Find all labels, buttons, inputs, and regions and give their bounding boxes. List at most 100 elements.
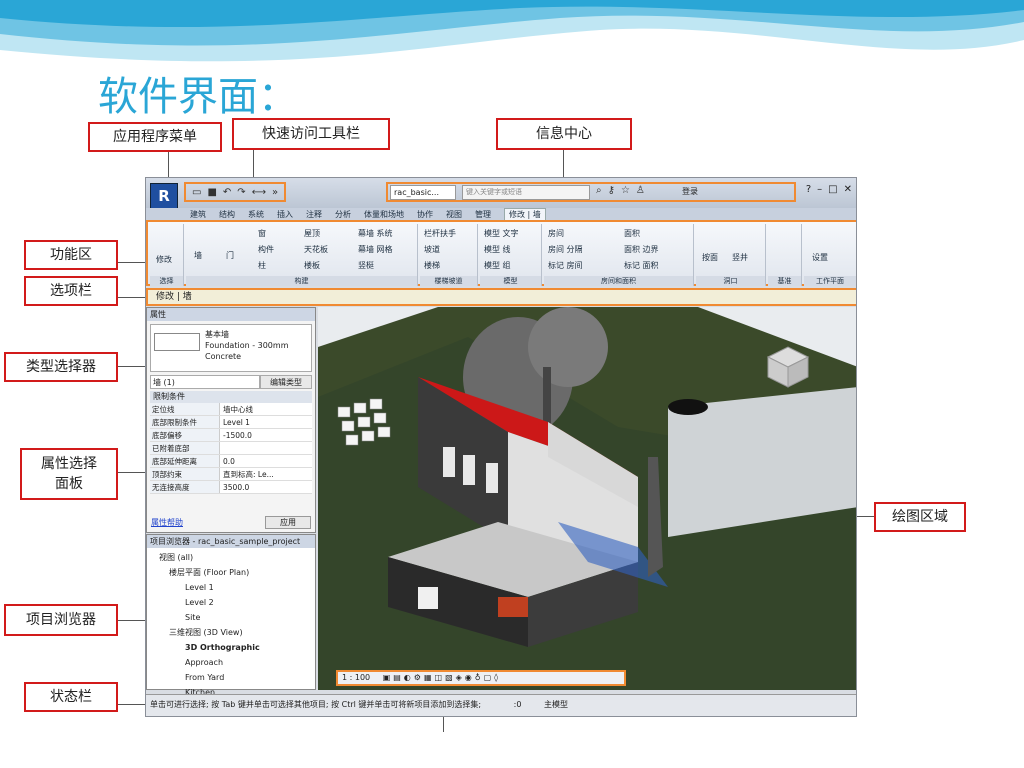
callout-info-center: 信息中心 <box>496 118 632 150</box>
property-value[interactable]: 3500.0 <box>220 481 312 493</box>
binoculars-icon[interactable]: ⌕ <box>596 185 602 196</box>
property-row[interactable]: 底部偏移 -1500.0 <box>150 429 312 442</box>
property-row[interactable]: 无连接高度 3500.0 <box>150 481 312 494</box>
tab-3[interactable]: 插入 <box>277 209 293 220</box>
browser-item[interactable]: Site <box>151 610 315 625</box>
area-boundary-button[interactable]: 面积 边界 <box>624 244 659 255</box>
type-selector[interactable]: 基本墙 Foundation - 300mm Concrete <box>150 324 312 372</box>
minimize-icon[interactable]: – <box>817 184 822 195</box>
project-browser-tree: 视图 (all) 楼层平面 (Floor Plan) Level 1 Level 2S… <box>147 548 315 700</box>
wall-button[interactable]: 墙 <box>194 250 202 261</box>
floor-button[interactable]: 楼板 <box>304 260 320 271</box>
star-icon[interactable]: ☆ <box>621 185 630 196</box>
tab-9[interactable]: 管理 <box>475 209 491 220</box>
drawing-area[interactable] <box>318 307 856 690</box>
tab-5[interactable]: 分析 <box>335 209 351 220</box>
property-value[interactable]: 直到标高: Le... <box>220 468 312 480</box>
property-row[interactable]: 底部延伸距离 0.0 <box>150 455 312 468</box>
property-key: 已附着底部 <box>150 442 220 454</box>
login-button[interactable]: 登录 <box>682 186 698 197</box>
column-button[interactable]: 柱 <box>258 260 266 271</box>
chevron-right-icon[interactable]: » <box>272 187 278 198</box>
tab-7[interactable]: 协作 <box>417 209 433 220</box>
curtain-system-button[interactable]: 幕墙 系统 <box>358 228 393 239</box>
constraints-section: 限制条件 <box>150 391 312 403</box>
undo-icon[interactable]: ↶ <box>223 187 231 198</box>
component-button[interactable]: 构件 <box>258 244 274 255</box>
property-value[interactable]: 墙中心线 <box>220 403 312 415</box>
properties-header: 属性 <box>147 308 315 321</box>
measure-icon[interactable]: ⟷ <box>252 187 266 198</box>
browser-item[interactable]: Level 1 <box>151 580 315 595</box>
model-line-button[interactable]: 模型 线 <box>484 244 511 255</box>
maximize-icon[interactable]: □ <box>828 184 837 195</box>
model-group-button[interactable]: 模型 组 <box>484 260 511 271</box>
window-button[interactable]: 窗 <box>258 228 266 239</box>
status-selection-count: :0 <box>513 700 522 709</box>
help-icon[interactable]: ? <box>806 184 811 195</box>
application-menu-button[interactable]: R <box>150 183 178 209</box>
property-value[interactable]: Level 1 <box>220 416 312 428</box>
room-separator-button[interactable]: 房间 分隔 <box>548 244 583 255</box>
property-value[interactable] <box>220 442 312 454</box>
browser-item[interactable]: 楼层平面 (Floor Plan) <box>151 565 315 580</box>
by-face-button[interactable]: 按面 <box>702 252 718 263</box>
key-icon[interactable]: ⚷ <box>608 185 615 196</box>
ramp-button[interactable]: 坡道 <box>424 244 440 255</box>
browser-item[interactable]: Approach <box>151 655 315 670</box>
ribbon-group-datum: 基准 <box>768 224 802 286</box>
browser-item[interactable]: From Yard <box>151 670 315 685</box>
search-input[interactable]: 键入关键字或短语 <box>462 185 590 200</box>
door-button[interactable]: 门 <box>226 250 234 261</box>
apply-button[interactable]: 应用 <box>265 516 311 529</box>
quick-access-toolbar: ▭ ■ ↶ ↷ ⟷ » <box>184 182 287 202</box>
property-value[interactable]: 0.0 <box>220 455 312 467</box>
property-row[interactable]: 底部限制条件 Level 1 <box>150 416 312 429</box>
tab-4[interactable]: 注释 <box>306 209 322 220</box>
modify-button[interactable]: 修改 <box>156 254 172 265</box>
set-button[interactable]: 设置 <box>812 252 828 263</box>
tab-10[interactable]: 修改 | 墙 <box>504 207 546 221</box>
tab-0[interactable]: 建筑 <box>190 209 206 220</box>
browser-item[interactable]: 三维视图 (3D View) <box>151 625 315 640</box>
property-row[interactable]: 已附着底部 <box>150 442 312 455</box>
tab-2[interactable]: 系统 <box>248 209 264 220</box>
model-text-button[interactable]: 模型 文字 <box>484 228 519 239</box>
open-icon[interactable]: ▭ <box>192 187 201 198</box>
callout-quick-access: 快速访问工具栏 <box>232 118 390 150</box>
tag-area-button[interactable]: 标记 面积 <box>624 260 659 271</box>
stair-button[interactable]: 楼梯 <box>424 260 440 271</box>
ribbon-group-opening: 按面 竖井 洞口 <box>696 224 766 286</box>
area-button[interactable]: 面积 <box>624 228 640 239</box>
tag-room-button[interactable]: 标记 房间 <box>548 260 583 271</box>
browser-item[interactable]: Level 2 <box>151 595 315 610</box>
instance-selector[interactable]: 墙 (1) <box>150 375 260 389</box>
type-family: 基本墙 <box>205 330 229 339</box>
curtain-grid-button[interactable]: 幕墙 网格 <box>358 244 393 255</box>
tab-1[interactable]: 结构 <box>219 209 235 220</box>
browser-item[interactable]: 视图 (all) <box>151 550 315 565</box>
ceiling-button[interactable]: 天花板 <box>304 244 328 255</box>
close-icon[interactable]: ✕ <box>844 184 852 195</box>
railing-button[interactable]: 栏杆扶手 <box>424 228 456 239</box>
room-button[interactable]: 房间 <box>548 228 564 239</box>
property-row[interactable]: 定位线 墙中心线 <box>150 403 312 416</box>
callout-app-menu: 应用程序菜单 <box>88 122 222 152</box>
tab-8[interactable]: 视图 <box>446 209 462 220</box>
shaft-button[interactable]: 竖井 <box>732 252 748 263</box>
redo-icon[interactable]: ↷ <box>237 187 245 198</box>
save-icon[interactable]: ■ <box>207 187 216 198</box>
property-row[interactable]: 顶部约束 直到标高: Le... <box>150 468 312 481</box>
user-icon[interactable]: ♙ <box>636 185 645 196</box>
view-scale[interactable]: 1 : 100 <box>342 673 370 682</box>
ribbon-group-model: 模型 文字 模型 线 模型 组 模型 <box>480 224 542 286</box>
mullion-button[interactable]: 竖梃 <box>358 260 374 271</box>
main-model-selector[interactable]: 主模型 <box>544 700 568 709</box>
edit-type-button[interactable]: 编辑类型 <box>260 375 312 389</box>
property-value[interactable]: -1500.0 <box>220 429 312 441</box>
tab-6[interactable]: 体量和场地 <box>364 209 404 220</box>
browser-item[interactable]: 3D Orthographic <box>151 640 315 655</box>
roof-button[interactable]: 屋顶 <box>304 228 320 239</box>
type-swatch <box>154 333 200 351</box>
properties-help-link[interactable]: 属性帮助 <box>151 517 183 528</box>
